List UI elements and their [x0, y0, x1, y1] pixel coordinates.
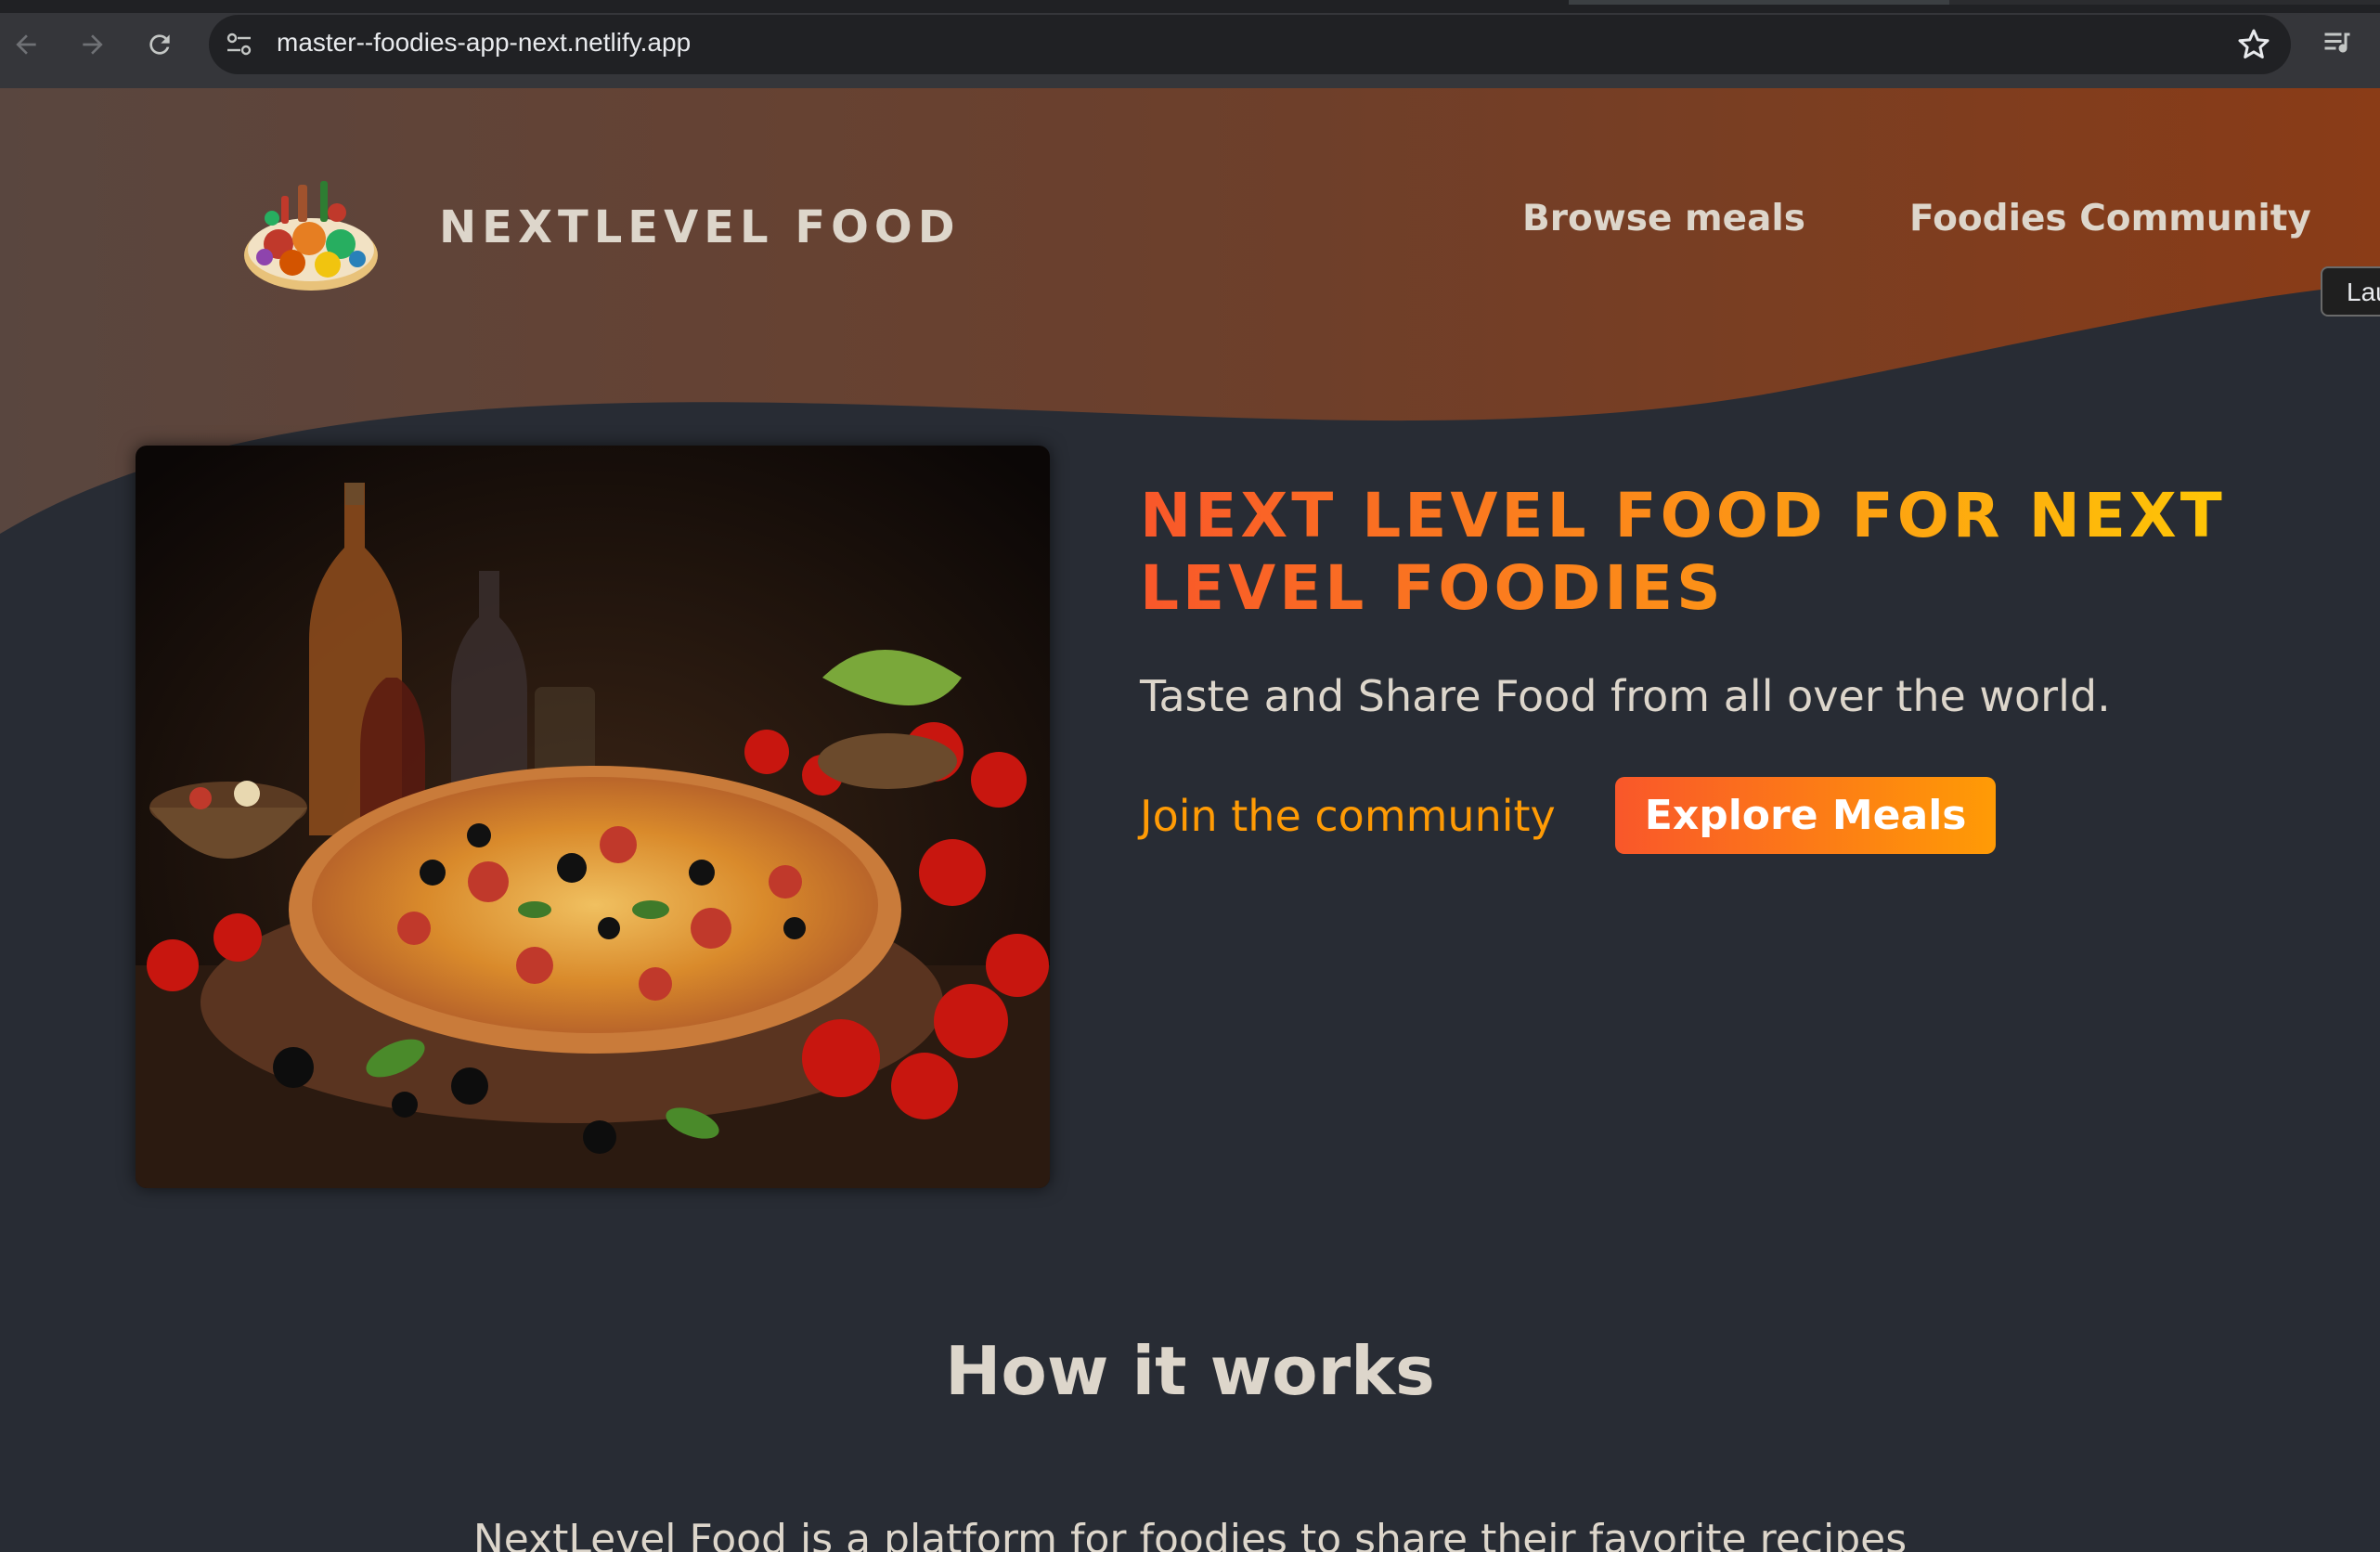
bookmark-star-icon[interactable] — [2237, 28, 2270, 61]
hero-subtitle: Taste and Share Food from all over the w… — [1140, 671, 2111, 721]
how-it-works-title: How it works — [945, 1332, 1435, 1410]
tab-strip-segment — [1949, 0, 2380, 5]
how-it-works-text: NextLevel Food is a platform for foodies… — [472, 1516, 1908, 1552]
home-logo-link[interactable]: NEXTLEVEL FOOD — [237, 153, 961, 302]
main-nav: Browse meals Foodies Community — [1522, 198, 2311, 239]
nav-browse-meals[interactable]: Browse meals — [1522, 198, 1805, 239]
page-viewport: NEXTLEVEL FOOD Browse meals Foodies Comm… — [0, 88, 2380, 1552]
browser-toolbar: master--foodies-app-next.netlify.app — [0, 0, 2380, 88]
reload-icon — [149, 34, 170, 55]
url-text[interactable]: master--foodies-app-next.netlify.app — [277, 28, 691, 58]
join-community-link[interactable]: Join the community — [1140, 791, 1556, 841]
address-bar[interactable]: master--foodies-app-next.netlify.app — [209, 15, 2291, 74]
launch-tooltip: Lau — [2321, 266, 2380, 317]
forward-button[interactable] — [74, 26, 111, 63]
reading-list-icon[interactable] — [2321, 26, 2354, 59]
tab-strip-edge — [0, 0, 2380, 13]
back-arrow-icon — [16, 34, 36, 55]
pizza-image — [136, 446, 1050, 1188]
forward-arrow-icon — [83, 34, 103, 55]
reload-button[interactable] — [141, 26, 178, 63]
explore-meals-button[interactable]: Explore Meals — [1614, 777, 1997, 854]
back-button[interactable] — [7, 26, 45, 63]
logo-food-plate-image — [244, 181, 378, 291]
site-settings-icon[interactable] — [226, 32, 253, 58]
tab-strip-segment — [1569, 0, 1949, 5]
site-name: NEXTLEVEL FOOD — [439, 201, 961, 253]
hero-title: NEXT LEVEL FOOD FOR NEXT LEVEL FOODIES — [1140, 480, 2254, 625]
nav-foodies-community[interactable]: Foodies Community — [1909, 198, 2311, 239]
hero-cta-row: Join the community Explore Meals — [1140, 777, 2254, 854]
hero-slideshow-image — [136, 446, 1050, 1188]
hero-content: NEXT LEVEL FOOD FOR NEXT LEVEL FOODIES T… — [1140, 480, 2254, 854]
